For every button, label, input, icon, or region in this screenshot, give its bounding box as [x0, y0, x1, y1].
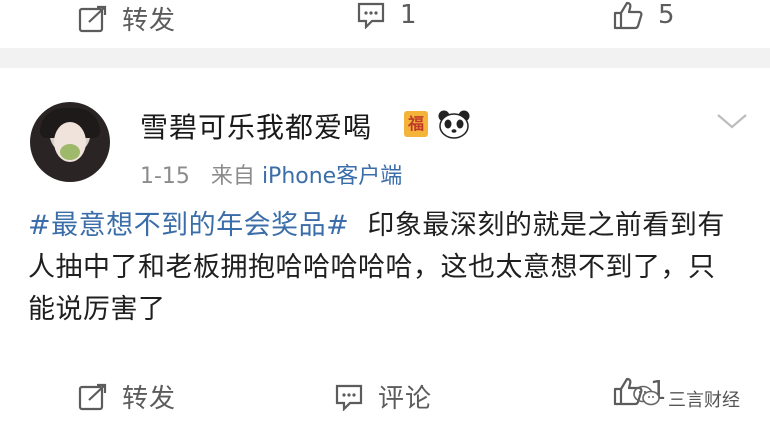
- chevron-down-icon[interactable]: [716, 112, 748, 134]
- username[interactable]: 雪碧可乐我都爱喝: [140, 106, 372, 146]
- source-name[interactable]: iPhone客户端: [262, 164, 402, 189]
- watermark-text: 三言财经: [668, 389, 740, 411]
- top-like-count: 5: [658, 0, 676, 30]
- fu-badge-icon: 福: [404, 111, 428, 137]
- panda-badge-icon: [437, 109, 471, 143]
- avatar-leaf: [60, 144, 80, 160]
- thumbs-up-icon: [612, 0, 644, 30]
- repost-icon: [78, 5, 108, 33]
- top-comment-count: 1: [400, 0, 418, 30]
- hashtag-link[interactable]: #最意想不到的年会奖品#: [28, 210, 349, 241]
- top-repost-label: 转发: [122, 6, 177, 36]
- repost-button[interactable]: 转发: [78, 378, 176, 415]
- post-content: #最意想不到的年会奖品# 印象最深刻的就是之前看到有人抽中了和老板拥抱哈哈哈哈哈…: [28, 205, 738, 331]
- repost-label: 转发: [122, 384, 177, 414]
- source-prefix: 来自: [210, 164, 255, 189]
- weibo-post-card[interactable]: 雪碧可乐我都爱喝 福 1-15 来自 iPhone客户端 #最意想不到的年会奖品…: [0, 68, 770, 356]
- top-comment-button[interactable]: 1: [356, 0, 418, 30]
- avatar[interactable]: [30, 102, 110, 182]
- comment-label: 评论: [378, 384, 433, 414]
- top-repost-button[interactable]: 转发: [78, 0, 176, 37]
- post-date: 1-15: [140, 164, 190, 189]
- top-action-bar: 转发 1 5: [0, 0, 770, 40]
- comment-icon: [356, 1, 386, 29]
- repost-icon: [78, 383, 108, 411]
- wechat-icon: [632, 384, 662, 413]
- post-separator: [0, 48, 770, 68]
- top-like-button[interactable]: 5: [612, 0, 676, 30]
- comment-icon: [334, 383, 364, 411]
- post-meta: 1-15 来自 iPhone客户端: [140, 158, 402, 190]
- comment-button[interactable]: 评论: [334, 378, 432, 415]
- watermark: 三言财经: [632, 384, 740, 413]
